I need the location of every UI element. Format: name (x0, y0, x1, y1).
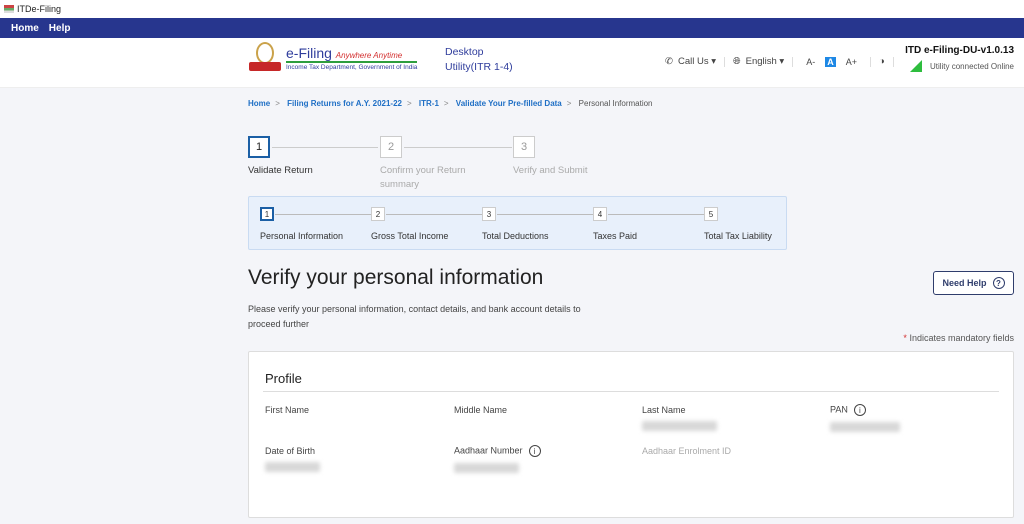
last-name-field: Last Name (642, 405, 717, 431)
dob-field: Date of Birth (265, 446, 320, 472)
menu-help[interactable]: Help (49, 23, 71, 34)
aadhaar-value (454, 463, 519, 473)
substep-number: 4 (593, 207, 607, 221)
page-title: Verify your personal information (248, 266, 544, 289)
need-help-button[interactable]: Need Help? (933, 271, 1014, 295)
breadcrumb-current: Personal Information (578, 99, 653, 108)
department-name: Income Tax Department, Government of Ind… (286, 61, 418, 71)
brand-name: e-Filing (286, 45, 332, 61)
brand-tagline: Anywhere Anytime (335, 51, 403, 60)
app-icon (4, 5, 14, 13)
substep-personal-info[interactable]: 1 Personal Information (260, 207, 343, 241)
breadcrumb-itr1[interactable]: ITR-1 (419, 99, 439, 108)
font-decrease-button[interactable]: A- (806, 57, 815, 67)
dob-value (265, 462, 320, 472)
substep-tax-liability[interactable]: 5 Total Tax Liability (704, 207, 772, 241)
language-dropdown[interactable]: 🌐︎ English ▾ (733, 56, 784, 67)
breadcrumb-home[interactable]: Home (248, 99, 270, 108)
breadcrumb-filing-returns[interactable]: Filing Returns for A.Y. 2021-22 (287, 99, 402, 108)
step-verify-submit[interactable]: 3 Verify and Submit (513, 136, 613, 178)
signal-icon (909, 60, 922, 72)
main-stepper: 1 Validate Return 2 Confirm your Return … (248, 136, 648, 196)
connection-status: Utility connected Online (929, 61, 1014, 71)
last-name-value (642, 421, 717, 431)
middle-name-field: Middle Name (454, 405, 508, 415)
step-label: Confirm your Return summary (380, 165, 466, 190)
pan-value (830, 422, 900, 432)
aadhaar-info-icon[interactable]: i (528, 445, 541, 457)
substep-label: Gross Total Income (371, 231, 449, 241)
utility-line2: Utility(ITR 1-4) (445, 61, 513, 73)
step-number: 1 (248, 136, 270, 158)
step-validate-return[interactable]: 1 Validate Return (248, 136, 348, 178)
substep-label: Personal Information (260, 231, 344, 241)
substep-label: Total Tax Liability (704, 231, 772, 241)
substep-number: 1 (260, 207, 274, 221)
utility-line1: Desktop (445, 46, 484, 58)
menu-home[interactable]: Home (11, 23, 39, 34)
window-titlebar: ITDe-Filing (0, 0, 1024, 18)
header-tools: ✆ Call Us ▾ 🌐︎ English ▾ A- A A+ ◑ (665, 56, 902, 67)
call-us-dropdown[interactable]: ✆ Call Us ▾ (665, 56, 716, 67)
first-name-field: First Name (265, 405, 310, 415)
step-label: Validate Return (248, 165, 313, 176)
breadcrumb-validate[interactable]: Validate Your Pre-filled Data (456, 99, 562, 108)
profile-card: Profile First Name Middle Name Last Name… (248, 351, 1014, 518)
font-normal-button[interactable]: A (825, 56, 836, 67)
contrast-toggle-icon[interactable]: ◑ (879, 56, 885, 67)
substep-number: 5 (704, 207, 718, 221)
step-label: Verify and Submit (513, 165, 588, 176)
version-label: ITD e-Filing-DU-v1.0.13 (905, 45, 1014, 56)
sub-stepper: 1 Personal Information 2 Gross Total Incom… (248, 196, 787, 250)
step-confirm-summary[interactable]: 2 Confirm your Return summary (380, 136, 480, 192)
efiling-logo[interactable]: e-Filing Anywhere Anytime Income Tax Dep… (249, 42, 418, 74)
aadhaar-enrolment-field: Aadhaar Enrolment ID (642, 446, 732, 456)
mandatory-note: * Indicates mandatory fields (903, 333, 1014, 343)
aadhaar-field: Aadhaar Number i (454, 445, 549, 473)
emblem-icon (249, 42, 281, 74)
substep-taxes-paid[interactable]: 4 Taxes Paid (593, 207, 637, 241)
pan-info-icon[interactable]: i (853, 404, 866, 416)
globe-icon: 🌐︎ (733, 56, 741, 67)
substep-gross-income[interactable]: 2 Gross Total Income (371, 207, 448, 241)
header: e-Filing Anywhere Anytime Income Tax Dep… (0, 38, 1024, 88)
menu-bar: Home Help (0, 18, 1024, 38)
pan-field: PAN i (830, 404, 900, 432)
version-status: ITD e-Filing-DU-v1.0.13 Utility connecte… (905, 45, 1014, 72)
window-title: ITDe-Filing (17, 4, 62, 14)
substep-label: Total Deductions (482, 231, 549, 241)
breadcrumb: Home > Filing Returns for A.Y. 2021-22 > I… (248, 99, 653, 108)
substep-number: 3 (482, 207, 496, 221)
page-description: Please verify your personal information,… (248, 304, 581, 329)
profile-title: Profile (265, 371, 302, 386)
need-help-label: Need Help (942, 278, 987, 288)
step-number: 2 (380, 136, 402, 158)
language-label: English (745, 56, 777, 67)
substep-deductions[interactable]: 3 Total Deductions (482, 207, 549, 241)
step-number: 3 (513, 136, 535, 158)
utility-title: Desktop Utility(ITR 1-4) (445, 45, 513, 75)
question-icon: ? (992, 277, 1005, 289)
substep-number: 2 (371, 207, 385, 221)
substep-label: Taxes Paid (593, 231, 638, 241)
font-increase-button[interactable]: A+ (846, 57, 857, 67)
phone-icon: ✆ (665, 56, 673, 67)
call-us-label: Call Us (677, 56, 709, 67)
